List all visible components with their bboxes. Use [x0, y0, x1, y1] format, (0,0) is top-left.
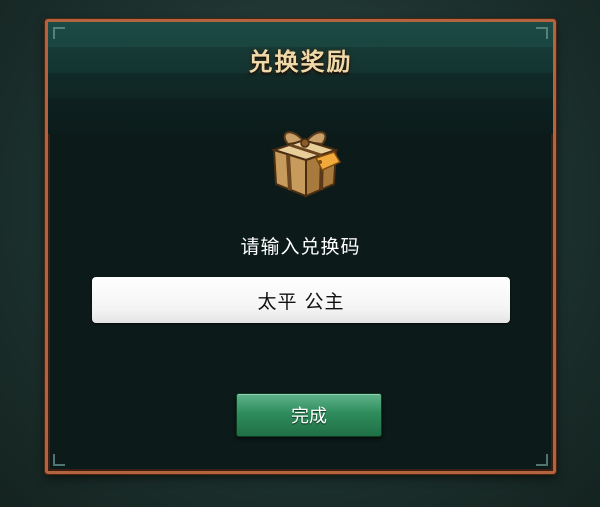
dialog-title: 兑换奖励: [248, 47, 353, 76]
dialog-header: [48, 22, 553, 134]
confirm-button[interactable]: 完成: [236, 393, 382, 437]
corner-ornament: [53, 454, 65, 466]
corner-ornament: [53, 27, 65, 39]
gift-box-icon: [270, 131, 342, 198]
redeem-prompt: 请输入兑换码: [240, 236, 361, 258]
corner-ornament: [536, 454, 548, 466]
corner-ornament: [536, 27, 548, 39]
redeem-code-input[interactable]: [92, 277, 510, 323]
redeem-dialog: 兑换奖励 请输入兑换码 完成: [45, 19, 556, 474]
